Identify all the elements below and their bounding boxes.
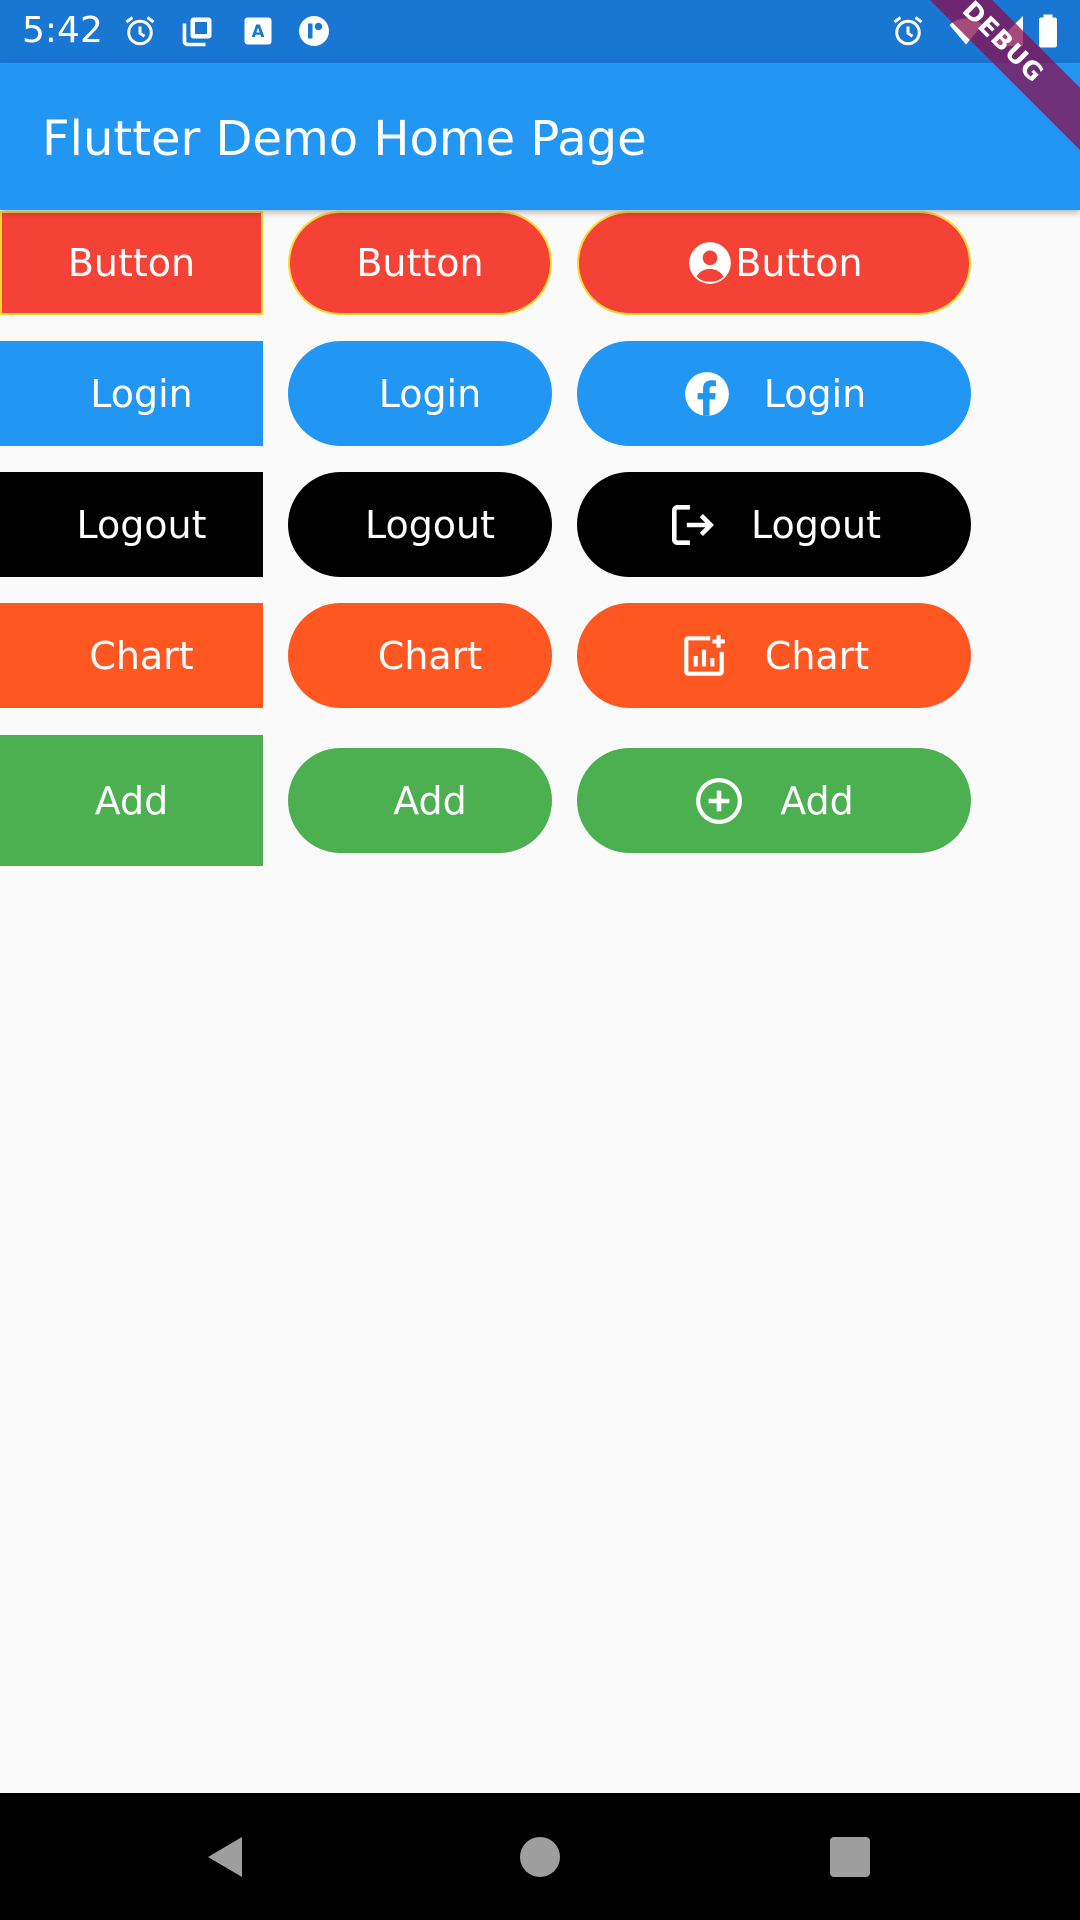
alarm-right-icon: [890, 13, 926, 49]
logout-square-button[interactable]: Logout: [0, 472, 263, 577]
chart-icon-label: Chart: [764, 633, 870, 678]
add-icon-button[interactable]: Add: [577, 748, 971, 853]
back-icon[interactable]: [202, 1833, 250, 1881]
add-square-label: Add: [94, 778, 169, 823]
add-rounded-button[interactable]: Add: [288, 748, 552, 853]
login-icon-button[interactable]: Login: [577, 341, 971, 446]
translate-icon: A: [240, 13, 276, 49]
chart-rounded-button[interactable]: Chart: [288, 603, 552, 708]
navigation-bar: [0, 1793, 1080, 1920]
icon-button-label: Button: [735, 241, 863, 285]
app-bar: Flutter Demo Home Page: [0, 63, 1080, 210]
logout-square-label: Logout: [76, 502, 207, 547]
logout-icon-label: Logout: [750, 502, 882, 547]
square-button[interactable]: Button: [0, 211, 263, 315]
login-rounded-button[interactable]: Login: [288, 341, 552, 446]
add-chart-icon: [679, 631, 729, 681]
facebook-icon: [682, 369, 732, 419]
add-square-button[interactable]: Add: [0, 735, 263, 866]
login-icon-label: Login: [763, 371, 867, 416]
status-time: 5:42: [22, 10, 103, 51]
rounded-button[interactable]: Button: [288, 211, 552, 315]
battery-icon: [1034, 13, 1062, 49]
app-notification-icon: [296, 13, 332, 49]
app-bar-title: Flutter Demo Home Page: [42, 111, 647, 167]
add-rounded-label: Add: [393, 778, 467, 823]
rounded-button-label: Button: [356, 241, 484, 285]
login-square-label: Login: [90, 371, 193, 416]
login-square-button[interactable]: Login: [0, 341, 263, 446]
copy-icon: [180, 13, 216, 49]
chart-square-label: Chart: [89, 633, 194, 678]
logout-rounded-label: Logout: [364, 502, 496, 547]
login-rounded-label: Login: [378, 371, 482, 416]
recents-icon[interactable]: [826, 1833, 874, 1881]
alarm-icon: [122, 13, 158, 49]
logout-icon: [667, 500, 717, 550]
chart-rounded-label: Chart: [377, 633, 483, 678]
chart-icon-button[interactable]: Chart: [577, 603, 971, 708]
logout-rounded-button[interactable]: Logout: [288, 472, 552, 577]
svg-text:A: A: [252, 22, 265, 41]
logout-icon-button[interactable]: Logout: [577, 472, 971, 577]
status-bar: 5:42 A: [0, 0, 1080, 63]
add-icon-label: Add: [780, 778, 854, 823]
chart-square-button[interactable]: Chart: [0, 603, 263, 708]
add-circle-icon: [694, 776, 744, 826]
account-circle-icon: [685, 238, 735, 288]
home-icon[interactable]: [516, 1833, 564, 1881]
icon-button[interactable]: Button: [577, 211, 971, 315]
square-button-label: Button: [67, 241, 196, 285]
